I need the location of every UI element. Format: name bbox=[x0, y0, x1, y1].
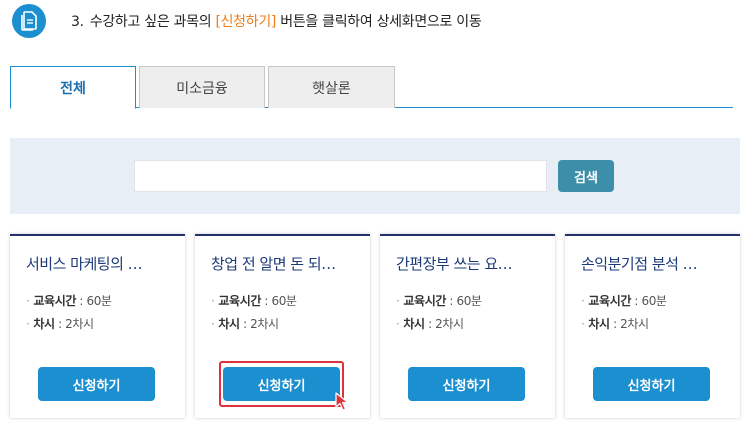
course-time: · 교육시간 : 60분 bbox=[211, 294, 297, 308]
course-sessions: · 차시 : 2차시 bbox=[211, 317, 279, 331]
sessions-label: 차시 bbox=[403, 317, 425, 331]
click-highlight-box bbox=[219, 361, 344, 407]
apply-button[interactable]: 신청하기 bbox=[408, 367, 525, 401]
course-card: 손익분기점 분석 … · 교육시간 : 60분 · 차시 : 2차시 신청하기 bbox=[565, 234, 740, 418]
time-value: : 60분 bbox=[260, 294, 297, 308]
time-label: 교육시간 bbox=[588, 294, 631, 308]
course-title[interactable]: 손익분기점 분석 … bbox=[581, 253, 731, 274]
course-sessions: · 차시 : 2차시 bbox=[396, 317, 464, 331]
course-time: · 교육시간 : 60분 bbox=[26, 294, 112, 308]
step-number: 3. bbox=[71, 14, 84, 30]
time-value: : 60분 bbox=[445, 294, 482, 308]
document-icon bbox=[12, 4, 46, 38]
instruction-highlight: [신청하기] bbox=[215, 14, 277, 30]
sessions-value: : 2차시 bbox=[609, 317, 649, 331]
course-title[interactable]: 서비스 마케팅의 … bbox=[26, 253, 176, 274]
search-input[interactable] bbox=[134, 160, 547, 192]
sessions-label: 차시 bbox=[218, 317, 240, 331]
search-panel: 검색 bbox=[10, 138, 740, 214]
search-button[interactable]: 검색 bbox=[558, 160, 614, 192]
tab-haessallon[interactable]: 햇살론 bbox=[268, 66, 395, 108]
course-title[interactable]: 간편장부 쓰는 요… bbox=[396, 253, 546, 274]
tab-all[interactable]: 전체 bbox=[10, 66, 136, 109]
course-sessions: · 차시 : 2차시 bbox=[581, 317, 649, 331]
time-value: : 60분 bbox=[630, 294, 667, 308]
course-time: · 교육시간 : 60분 bbox=[581, 294, 667, 308]
course-time: · 교육시간 : 60분 bbox=[396, 294, 482, 308]
sessions-value: : 2차시 bbox=[239, 317, 279, 331]
course-title[interactable]: 창업 전 알면 돈 되… bbox=[211, 253, 361, 274]
sessions-label: 차시 bbox=[33, 317, 55, 331]
step-instruction: 3. 수강하고 싶은 과목의 [신청하기] 버튼을 클릭하여 상세화면으로 이동 bbox=[71, 11, 482, 31]
time-label: 교육시간 bbox=[403, 294, 446, 308]
apply-button[interactable]: 신청하기 bbox=[593, 367, 710, 401]
instruction-prefix: 수강하고 싶은 과목의 bbox=[89, 14, 216, 30]
instruction-suffix: 버튼을 클릭하여 상세화면으로 이동 bbox=[276, 14, 482, 30]
course-sessions: · 차시 : 2차시 bbox=[26, 317, 94, 331]
category-tabs: 전체 미소금융 햇살론 bbox=[10, 66, 733, 109]
sessions-label: 차시 bbox=[588, 317, 610, 331]
course-card: 서비스 마케팅의 … · 교육시간 : 60분 · 차시 : 2차시 신청하기 bbox=[10, 234, 185, 418]
time-label: 교육시간 bbox=[218, 294, 261, 308]
course-card: 간편장부 쓰는 요… · 교육시간 : 60분 · 차시 : 2차시 신청하기 bbox=[380, 234, 555, 418]
sessions-value: : 2차시 bbox=[54, 317, 94, 331]
tab-miso-finance[interactable]: 미소금융 bbox=[139, 66, 265, 108]
mouse-pointer-icon bbox=[335, 392, 349, 411]
sessions-value: : 2차시 bbox=[424, 317, 464, 331]
time-label: 교육시간 bbox=[33, 294, 76, 308]
apply-button[interactable]: 신청하기 bbox=[38, 367, 155, 401]
time-value: : 60분 bbox=[75, 294, 112, 308]
